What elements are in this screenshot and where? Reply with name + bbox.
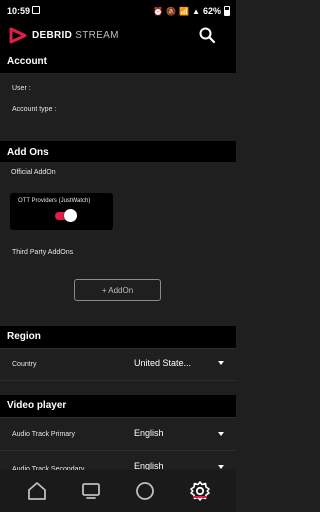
chevron-down-icon[interactable] bbox=[218, 465, 224, 469]
audio-primary-select[interactable]: English bbox=[134, 428, 164, 438]
active-tab-indicator bbox=[193, 496, 207, 498]
battery-percent: 62% bbox=[202, 6, 221, 16]
video-player-section-header: Video player bbox=[0, 395, 236, 417]
alarm-icon: ⏰ bbox=[153, 6, 164, 16]
account-type-label: Account type : bbox=[12, 106, 57, 113]
app-header: DEBRID STREAM bbox=[0, 22, 236, 49]
addons-title: Add Ons bbox=[7, 147, 49, 158]
status-icons: ⏰ 🔕 📶 ▲ 62% bbox=[153, 6, 230, 16]
mute-icon: 🔕 bbox=[166, 6, 177, 16]
third-party-addons-label: Third Party AddOns bbox=[12, 249, 74, 256]
ott-providers-title: OTT Providers (JustWatch) bbox=[18, 198, 91, 204]
official-addon-label: Official AddOn bbox=[11, 169, 56, 176]
video-player-title: Video player bbox=[7, 400, 67, 411]
battery-icon bbox=[224, 6, 230, 16]
status-bar: 10:59 ⏰ 🔕 📶 ▲ 62% bbox=[0, 0, 236, 22]
logo-thin: STREAM bbox=[75, 30, 119, 41]
bottom-nav bbox=[0, 470, 236, 512]
wifi-icon: 📶 bbox=[179, 6, 190, 16]
divider bbox=[0, 417, 236, 418]
circle-icon[interactable] bbox=[134, 480, 156, 502]
addons-section-header: Add Ons bbox=[0, 141, 236, 162]
app-logo: DEBRID STREAM bbox=[32, 30, 119, 41]
region-title: Region bbox=[7, 331, 41, 342]
play-logo-icon bbox=[9, 27, 27, 44]
divider bbox=[0, 348, 236, 349]
country-label: Country bbox=[12, 361, 37, 368]
add-addon-button[interactable]: + AddOn bbox=[74, 279, 161, 301]
logo-bold: DEBRID bbox=[32, 30, 73, 41]
audio-primary-label: Audio Track Primary bbox=[12, 431, 76, 438]
tv-icon[interactable] bbox=[80, 480, 102, 502]
ott-providers-toggle-knob[interactable] bbox=[64, 209, 77, 222]
divider bbox=[0, 450, 236, 451]
signal-icon: ▲ bbox=[192, 6, 200, 16]
chevron-down-icon[interactable] bbox=[218, 361, 224, 365]
region-section-header: Region bbox=[0, 326, 236, 348]
user-label: User : bbox=[12, 85, 31, 92]
status-time: 10:59 bbox=[7, 6, 31, 16]
gallery-icon bbox=[32, 6, 40, 14]
divider bbox=[0, 380, 236, 381]
account-title: Account bbox=[7, 56, 47, 67]
settings-icon[interactable] bbox=[189, 480, 211, 502]
home-icon[interactable] bbox=[26, 480, 48, 502]
account-section-header: Account bbox=[0, 49, 236, 73]
chevron-down-icon[interactable] bbox=[218, 432, 224, 436]
country-select[interactable]: United State... bbox=[134, 358, 191, 368]
search-icon[interactable] bbox=[198, 26, 216, 44]
